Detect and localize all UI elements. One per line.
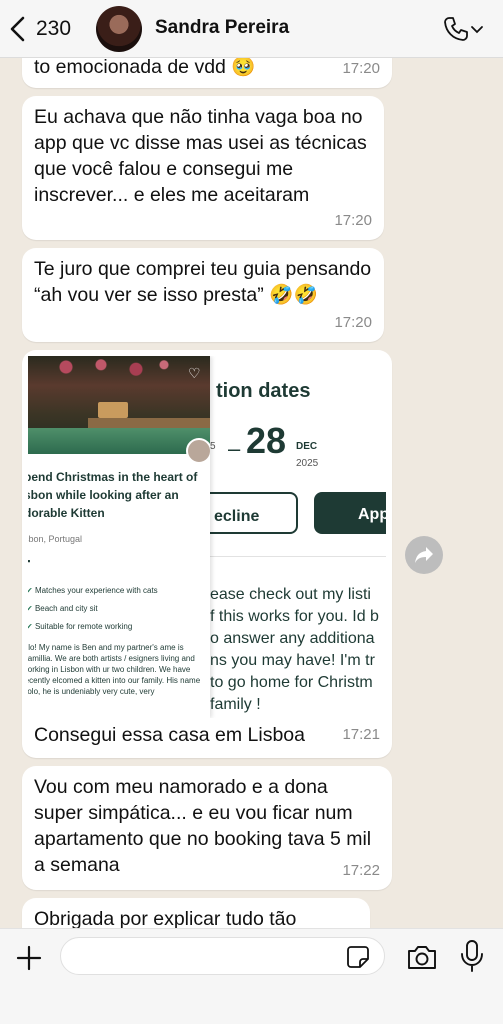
chevron-left-icon	[10, 16, 25, 42]
message-text: Vou com meu namorado e a dona super simp…	[34, 776, 372, 876]
image-caption: Consegui essa casa em Lisboa 17:21	[28, 718, 386, 752]
image-message-bubble[interactable]: tion dates 5 – 28 DEC 2025 ecline App ea…	[22, 350, 392, 758]
phone-icon	[444, 17, 468, 41]
message-line: ns you may have! I'm tr	[210, 652, 375, 669]
message-time: 17:21	[342, 726, 380, 743]
message-line: o answer any additiona	[210, 630, 375, 647]
listing-photo: ♡	[28, 356, 210, 464]
date-separator: –	[228, 436, 241, 461]
message-bubble[interactable]: Te juro que comprei teu guia pensando “a…	[22, 248, 384, 342]
avatar[interactable]	[96, 6, 142, 52]
plus-icon[interactable]	[14, 943, 44, 973]
message-time: 17:22	[342, 862, 380, 879]
message-bubble[interactable]: Obrigada por explicar tudo tão	[22, 898, 370, 928]
contact-name[interactable]: Sandra Pereira	[155, 17, 289, 39]
message-text: Eu achava que não tinha vaga boa no app …	[34, 106, 367, 206]
unread-count: 230	[36, 17, 72, 40]
message-time: 17:20	[334, 212, 372, 229]
microphone-icon[interactable]	[458, 939, 486, 973]
paw-icon: ▪▪	[28, 556, 31, 566]
listing-description: ello! My name is Ben and my partner's am…	[28, 643, 201, 696]
call-button[interactable]	[442, 14, 492, 44]
message-time: 17:20	[334, 314, 372, 331]
heart-icon: ♡	[188, 365, 201, 381]
message-text: Consegui essa casa em Lisboa	[34, 724, 305, 746]
back-button[interactable]: 230	[8, 12, 78, 46]
start-date-partial: 5	[210, 441, 216, 452]
message-line: f this works for you. Id b	[210, 608, 379, 625]
message-bubble[interactable]: Eu achava que não tinha vaga boa no app …	[22, 96, 384, 240]
message-line: ease check out my listi	[210, 586, 371, 603]
sticker-icon[interactable]	[346, 945, 370, 969]
feature-item: Suitable for remote working	[28, 614, 132, 640]
composer-bar	[0, 928, 503, 1024]
message-bubble[interactable]: to emocionada de vdd 🥹 17:20	[22, 58, 392, 88]
listing-card: ♡ pend Christmas in the heart of sbon wh…	[28, 356, 210, 718]
host-avatar	[186, 438, 210, 464]
application-panel: tion dates 5 – 28 DEC 2025 ecline App ea…	[190, 356, 386, 718]
chevron-down-icon	[471, 26, 483, 34]
apply-button: App	[314, 492, 386, 534]
application-dates-title: tion dates	[216, 380, 311, 402]
message-text: to emocionada de vdd 🥹	[34, 58, 256, 78]
message-time: 17:20	[342, 60, 380, 77]
application-message: ease check out my listi f this works for…	[210, 584, 386, 716]
message-text: Te juro que comprei teu guia pensando “a…	[34, 258, 372, 306]
divider	[210, 556, 386, 557]
forward-icon	[415, 547, 433, 563]
deck-chair-graphic	[98, 402, 128, 418]
forward-button[interactable]	[405, 536, 443, 574]
listing-title: pend Christmas in the heart of sbon whil…	[28, 470, 198, 520]
camera-icon[interactable]	[406, 943, 438, 971]
bougainvillea-graphic	[38, 356, 178, 378]
message-text: Obrigada por explicar tudo tão	[34, 908, 297, 928]
message-bubble[interactable]: Vou com meu namorado e a dona super simp…	[22, 766, 392, 890]
end-year: 2025	[296, 458, 319, 469]
shared-screenshot-image[interactable]: tion dates 5 – 28 DEC 2025 ecline App ea…	[28, 356, 386, 718]
message-line: family !	[210, 696, 261, 713]
message-input[interactable]	[60, 937, 385, 975]
message-line: to go home for Christm	[210, 674, 373, 691]
end-day: 28	[246, 420, 287, 461]
pool-graphic	[28, 428, 210, 454]
listing-location: sbon, Portugal	[28, 534, 83, 544]
chat-header: 230 Sandra Pereira	[0, 0, 503, 58]
chat-area[interactable]: to emocionada de vdd 🥹 17:20 Eu achava q…	[0, 58, 503, 928]
